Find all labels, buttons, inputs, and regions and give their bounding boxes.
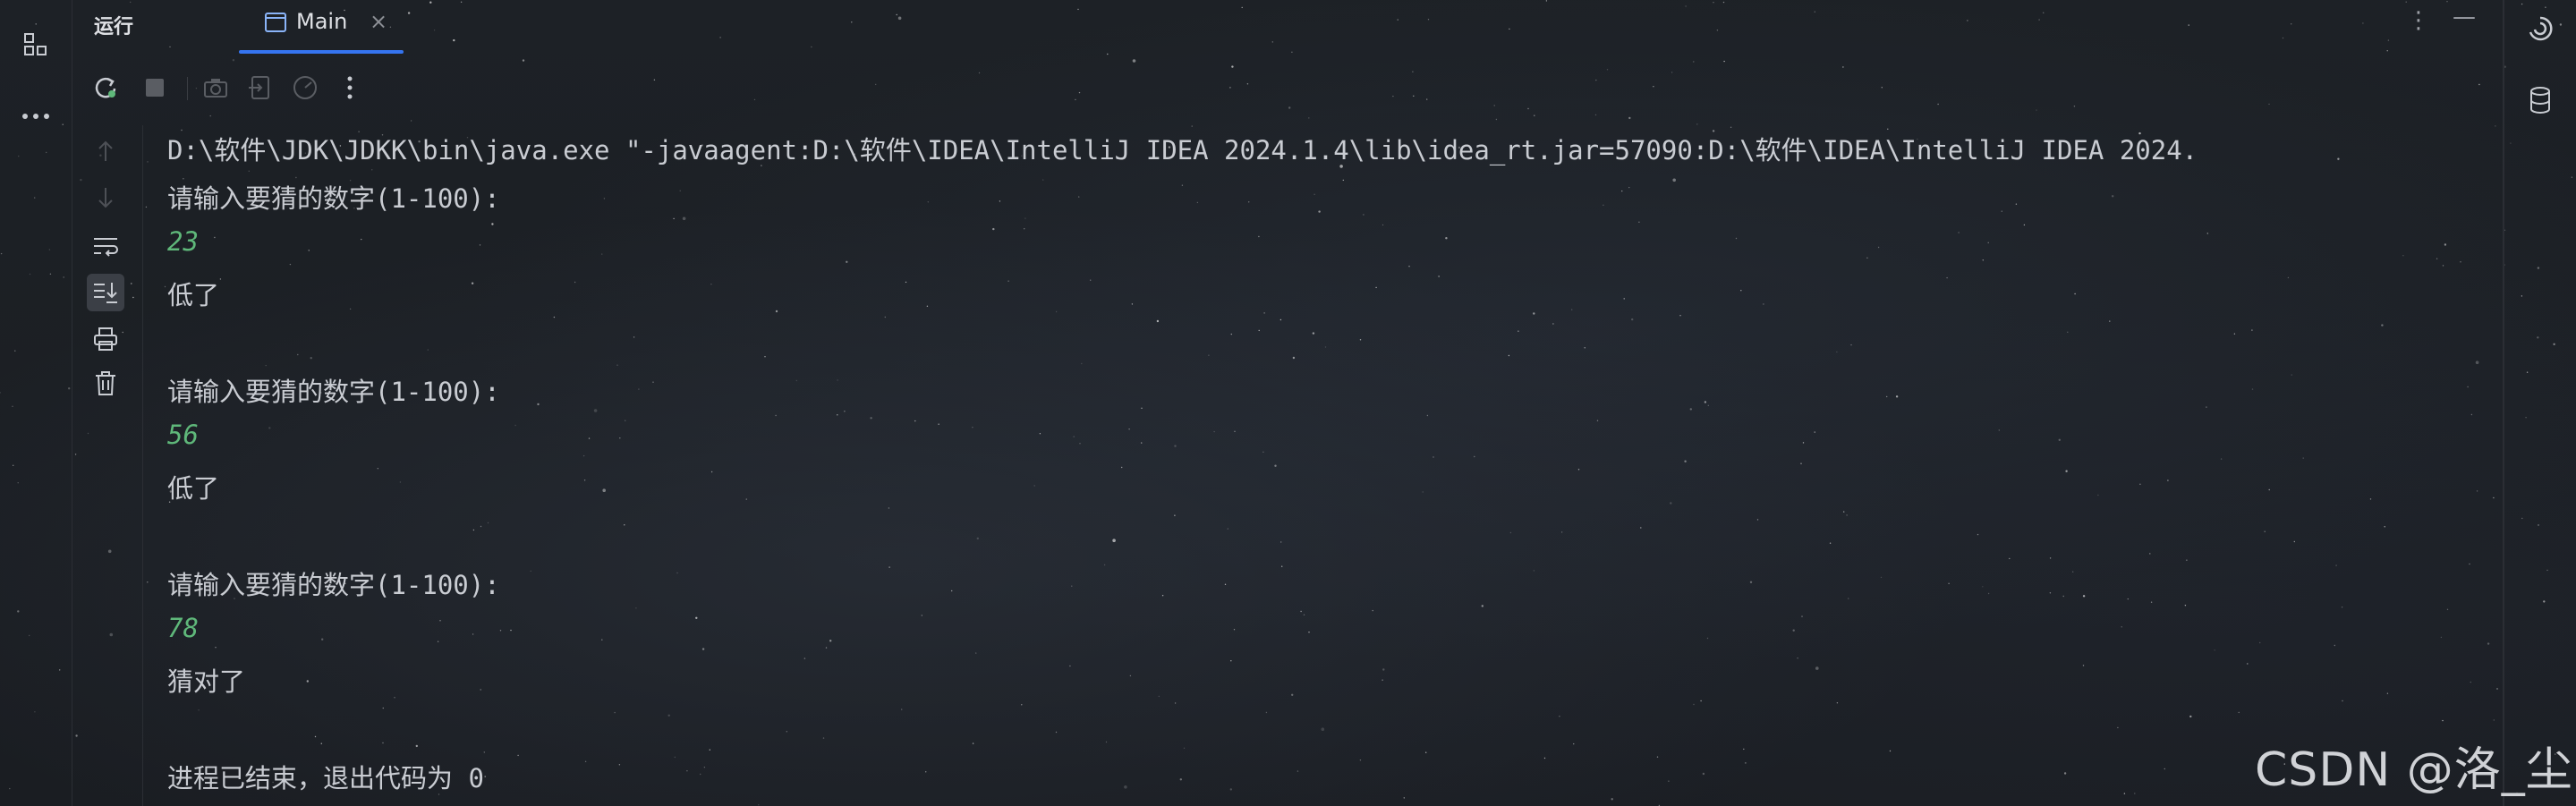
- console-line: 低了: [167, 280, 220, 310]
- ide-run-window: 运行 Main × ⋮ — D:\软件\JDK\JDKK\bin\java.ex…: [0, 0, 2576, 806]
- more-tools-icon[interactable]: [16, 97, 55, 136]
- console-line: D:\软件\JDK\JDKK\bin\java.exe "-javaagent:…: [167, 135, 2198, 165]
- ai-assistant-icon[interactable]: [2521, 9, 2560, 48]
- right-separator: [2503, 0, 2504, 806]
- console-line: 进程已结束，退出代码为 0: [167, 763, 484, 793]
- stop-icon[interactable]: [137, 70, 173, 106]
- console-line: 请输入要猜的数字(1-100):: [167, 570, 500, 600]
- more-options-header-icon[interactable]: ⋮: [2407, 7, 2430, 34]
- watermark: CSDN @洛_尘: [2255, 743, 2573, 797]
- project-structure-icon[interactable]: [16, 25, 55, 64]
- rerun-icon[interactable]: [89, 70, 124, 106]
- close-tab-icon[interactable]: ×: [370, 9, 387, 34]
- print-icon[interactable]: [87, 320, 124, 358]
- clear-icon[interactable]: [87, 365, 124, 403]
- active-tab-indicator: [239, 50, 404, 54]
- database-icon[interactable]: [2521, 81, 2560, 120]
- soft-wrap-icon[interactable]: [87, 227, 124, 265]
- tab-main-label: Main: [296, 9, 348, 34]
- console-input-line: 23: [167, 226, 199, 257]
- right-tool-strip: [2504, 0, 2576, 806]
- more-options-icon[interactable]: [332, 70, 368, 106]
- scroll-down-icon[interactable]: [87, 179, 124, 216]
- screenshot-icon[interactable]: [198, 70, 234, 106]
- run-tool-window-title: 运行: [94, 16, 134, 38]
- tab-main[interactable]: Main ×: [239, 0, 404, 54]
- console-line: 请输入要猜的数字(1-100):: [167, 183, 500, 214]
- console-output[interactable]: D:\软件\JDK\JDKK\bin\java.exe "-javaagent:…: [167, 125, 2503, 806]
- exit-icon[interactable]: [242, 70, 278, 106]
- gauge-icon[interactable]: [287, 70, 323, 106]
- left-tool-strip: [0, 0, 72, 806]
- console-line: 请输入要猜的数字(1-100):: [167, 377, 500, 407]
- minimize-icon[interactable]: —: [2453, 4, 2476, 30]
- console-gutter: [72, 125, 143, 806]
- console-tab-icon: [264, 11, 287, 38]
- console-input-line: 56: [167, 420, 199, 450]
- scroll-up-icon[interactable]: [87, 132, 124, 170]
- run-toolbar: [72, 63, 2220, 113]
- toolbar-separator: [187, 77, 188, 100]
- run-tool-window-header: 运行 Main × ⋮ —: [72, 0, 2504, 54]
- console-line: 猜对了: [167, 666, 246, 697]
- scroll-to-end-icon[interactable]: [87, 274, 124, 311]
- console-line: 低了: [167, 473, 220, 504]
- console-input-line: 78: [167, 613, 199, 643]
